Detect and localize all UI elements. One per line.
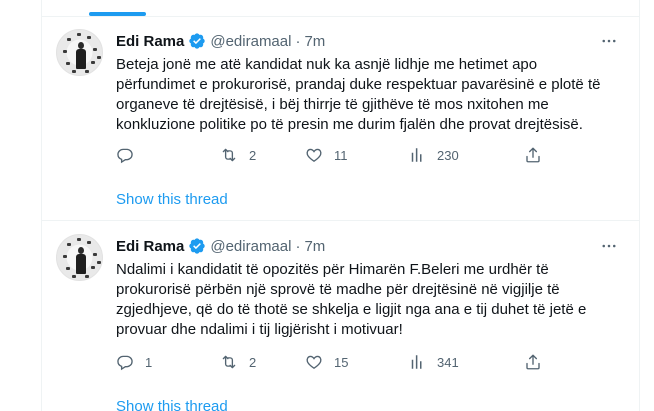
like-count: 15 bbox=[334, 354, 349, 370]
reply-button[interactable] bbox=[116, 145, 145, 165]
separator: · bbox=[295, 237, 301, 255]
author-handle[interactable]: @ediramaal bbox=[210, 33, 291, 50]
verified-badge-icon bbox=[189, 33, 206, 49]
tweet-header: Edi Rama @ediramaal · 7m bbox=[116, 236, 325, 256]
view-count: 230 bbox=[437, 147, 459, 163]
heart-icon bbox=[306, 148, 322, 162]
retweet-button[interactable]: 2 bbox=[220, 352, 256, 372]
timestamp[interactable]: 7m bbox=[304, 33, 325, 50]
show-thread-link[interactable]: Show this thread bbox=[116, 191, 228, 208]
like-button[interactable]: 15 bbox=[305, 352, 348, 372]
avatar[interactable] bbox=[56, 29, 103, 76]
more-options-icon[interactable] bbox=[599, 236, 619, 256]
views-chart-icon bbox=[411, 148, 422, 162]
author-handle[interactable]: @ediramaal bbox=[210, 238, 291, 255]
share-button[interactable] bbox=[524, 352, 542, 372]
tweet-card[interactable]: Edi Rama @ediramaal · 7m Beteja jonë me … bbox=[42, 17, 639, 220]
views-button[interactable]: 230 bbox=[408, 145, 459, 165]
retweet-count: 2 bbox=[249, 354, 257, 370]
author-name[interactable]: Edi Rama bbox=[116, 33, 184, 50]
tweet-text: Beteja jonë me atë kandidat nuk ka asnjë… bbox=[116, 56, 601, 133]
divider bbox=[42, 220, 639, 221]
retweet-icon bbox=[222, 148, 236, 162]
avatar[interactable] bbox=[56, 234, 103, 281]
show-thread-link[interactable]: Show this thread bbox=[116, 398, 228, 411]
share-icon bbox=[526, 354, 540, 370]
views-chart-icon bbox=[411, 355, 422, 369]
like-count: 11 bbox=[334, 147, 348, 163]
reply-icon bbox=[117, 148, 133, 164]
more-options-icon[interactable] bbox=[599, 31, 619, 51]
verified-badge-icon bbox=[189, 238, 206, 254]
author-name[interactable]: Edi Rama bbox=[116, 238, 184, 255]
retweet-count: 2 bbox=[249, 147, 257, 163]
timestamp[interactable]: 7m bbox=[304, 238, 325, 255]
separator: · bbox=[295, 32, 301, 50]
tweet-card[interactable]: Edi Rama @ediramaal · 7m Ndalimi i kandi… bbox=[42, 222, 639, 411]
reply-icon bbox=[117, 355, 133, 371]
tweet-actions: 2 11 230 bbox=[116, 145, 551, 165]
view-count: 341 bbox=[437, 354, 459, 370]
retweet-button[interactable]: 2 bbox=[220, 145, 256, 165]
tweet-actions: 1 2 15 341 bbox=[116, 352, 551, 372]
timeline-right-border bbox=[639, 0, 640, 411]
heart-icon bbox=[306, 355, 322, 369]
tweet-text: Ndalimi i kandidatit të opozitës për Him… bbox=[116, 261, 587, 338]
tweet-header: Edi Rama @ediramaal · 7m bbox=[116, 31, 325, 51]
reply-button[interactable]: 1 bbox=[116, 352, 152, 372]
like-button[interactable]: 11 bbox=[305, 145, 348, 165]
share-icon bbox=[526, 147, 540, 163]
share-button[interactable] bbox=[524, 145, 542, 165]
retweet-icon bbox=[222, 355, 236, 369]
reply-count: 1 bbox=[145, 354, 153, 370]
views-button[interactable]: 341 bbox=[408, 352, 459, 372]
